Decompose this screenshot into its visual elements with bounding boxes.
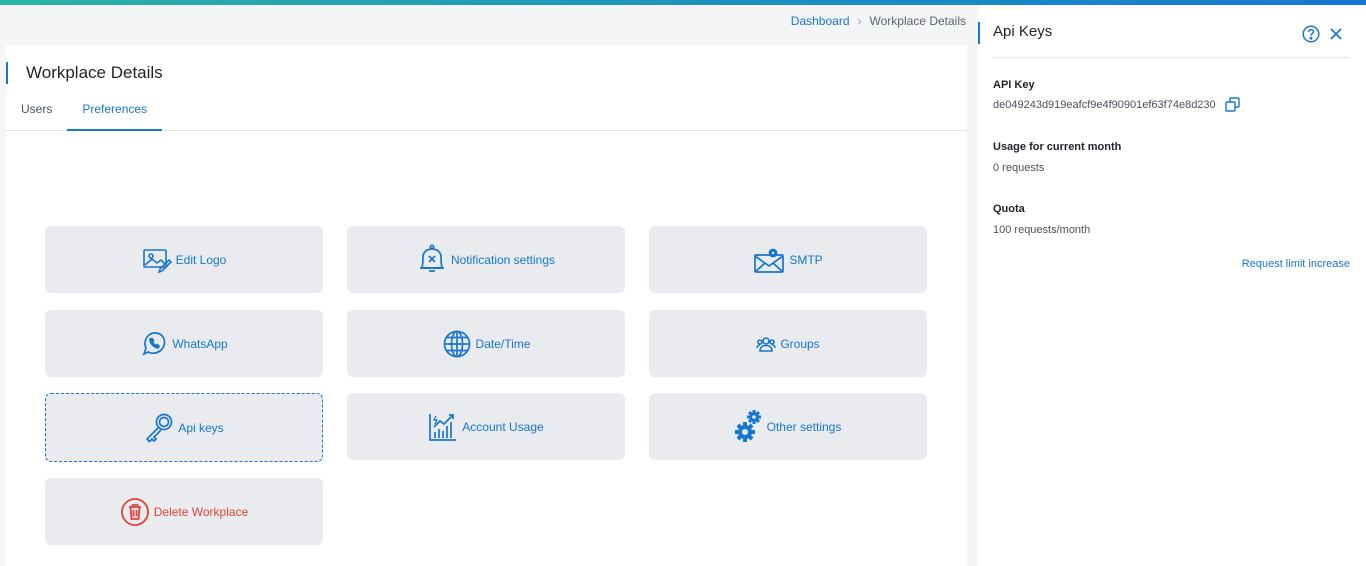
- panel-actions: [1302, 25, 1344, 48]
- request-limit-increase-link[interactable]: Request limit increase: [1242, 258, 1350, 270]
- globe-icon: [442, 329, 472, 359]
- api-keys-card[interactable]: Api keys: [45, 393, 323, 462]
- breadcrumb: Dashboard › Workplace Details: [791, 14, 966, 28]
- notification-settings-card[interactable]: Notification settings: [347, 226, 625, 293]
- whatsapp-icon: [140, 330, 168, 358]
- usage-value: 0 requests: [993, 162, 1045, 174]
- groups-label: Groups: [780, 336, 820, 351]
- chevron-right-icon: ›: [857, 14, 862, 28]
- account-usage-card[interactable]: Account Usage: [347, 393, 625, 460]
- api-keys-label: Api keys: [178, 420, 224, 435]
- tab-preferences[interactable]: Preferences: [67, 97, 163, 131]
- page-title: Workplace Details: [6, 62, 163, 84]
- panel-accent-bar: [978, 22, 980, 44]
- api-key-label: API Key: [993, 79, 1035, 91]
- other-settings-label: Other settings: [766, 419, 842, 434]
- groups-card[interactable]: Groups: [649, 310, 927, 377]
- smtp-card[interactable]: SMTP: [649, 226, 927, 293]
- trash-icon: [120, 497, 150, 527]
- edit-logo-card[interactable]: Edit Logo: [45, 226, 323, 293]
- whatsapp-label: WhatsApp: [172, 336, 228, 351]
- help-icon[interactable]: [1302, 25, 1320, 48]
- users-icon: [756, 335, 777, 353]
- account-usage-label: Account Usage: [462, 419, 544, 434]
- api-key-value: de049243d919eafcf9e4f90901ef63f74e8d230: [993, 99, 1216, 111]
- breadcrumb-current: Workplace Details: [869, 14, 966, 28]
- tab-bar: Users Preferences: [6, 97, 967, 131]
- date-time-card[interactable]: Date/Time: [347, 310, 625, 377]
- chart-icon: [428, 412, 458, 442]
- whatsapp-card[interactable]: WhatsApp: [45, 310, 323, 377]
- smtp-label: SMTP: [789, 252, 823, 267]
- api-keys-panel: Api Keys API Key de049243d919eafcf9e4f90…: [978, 5, 1366, 566]
- quota-label: Quota: [993, 203, 1025, 215]
- breadcrumb-dashboard-link[interactable]: Dashboard: [791, 14, 850, 28]
- delete-workplace-label: Delete Workplace: [153, 504, 249, 519]
- envelope-gear-icon: [753, 246, 785, 274]
- edit-logo-label: Edit Logo: [175, 252, 227, 267]
- tab-users[interactable]: Users: [6, 97, 67, 131]
- other-settings-card[interactable]: Other settings: [649, 393, 927, 460]
- copy-icon[interactable]: [1225, 97, 1240, 117]
- usage-label: Usage for current month: [993, 141, 1122, 153]
- main-content: Workplace Details Users Preferences Edit…: [6, 45, 967, 566]
- panel-divider: [993, 57, 1350, 58]
- quota-value: 100 requests/month: [993, 224, 1091, 236]
- notification-settings-label: Notification settings: [450, 252, 556, 267]
- date-time-label: Date/Time: [475, 336, 531, 351]
- delete-workplace-card[interactable]: Delete Workplace: [45, 478, 323, 545]
- panel-title: Api Keys: [993, 23, 1053, 40]
- close-icon[interactable]: [1328, 26, 1344, 47]
- bell-icon: [417, 244, 447, 276]
- gears-icon: [734, 409, 763, 444]
- image-edit-icon: [142, 247, 172, 273]
- key-icon: [144, 412, 174, 444]
